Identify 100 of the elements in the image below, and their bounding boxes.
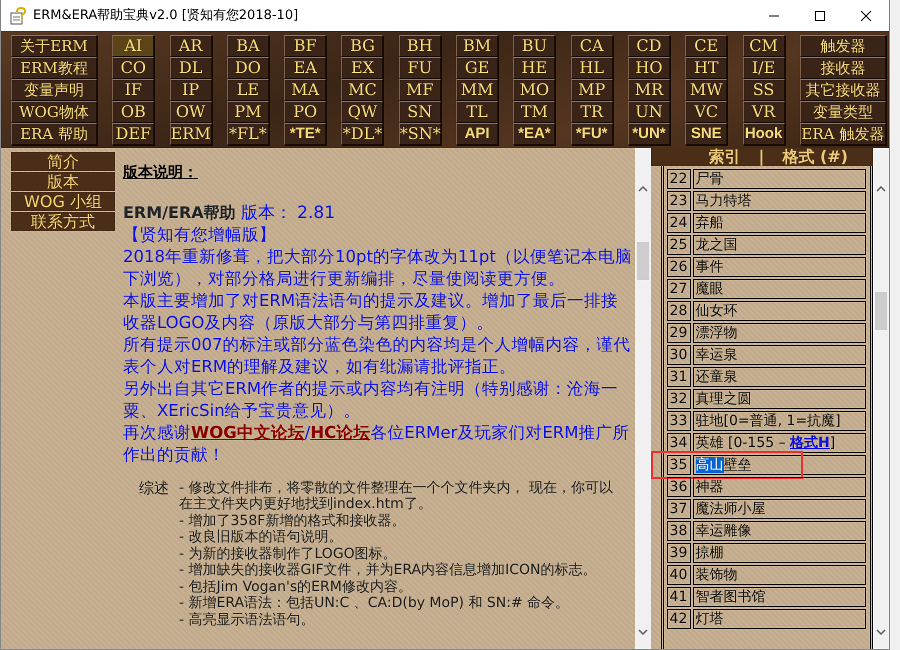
toolbar-button[interactable]: BU [513,35,556,57]
toolbar-button[interactable]: *FL* [226,123,269,145]
index-entry[interactable]: 魔眼 [692,279,866,299]
index-entry[interactable]: 掠棚 [692,543,866,563]
toolbar-button[interactable]: MW [685,79,728,101]
forum-link[interactable]: WOG中文论坛 [191,422,305,442]
toolbar-button[interactable]: SS [742,79,785,101]
toolbar-button[interactable]: MF [398,79,441,101]
toolbar-button[interactable]: IF [112,79,154,101]
index-entry[interactable]: 仙女环 [692,301,866,321]
toolbar-button[interactable]: PM [226,101,269,123]
toolbar-button[interactable]: MR [628,79,670,101]
toolbar-button[interactable]: TR [570,101,613,123]
toolbar-button[interactable]: HO [628,57,670,79]
toolbar-button[interactable]: PO [284,101,326,123]
toolbar-button[interactable]: DEF [112,123,154,145]
index-entry[interactable]: 幸运泉 [692,345,866,365]
toolbar-button[interactable]: EA [284,57,326,79]
index-entry[interactable]: 龙之国 [692,235,866,255]
toolbar-button[interactable]: TL [456,101,498,123]
toolbar-button[interactable]: UN [628,101,670,123]
toolbar-button[interactable]: ERM [170,123,212,145]
scroll-down-icon[interactable] [638,629,648,635]
toolbar-button[interactable]: *UN* [628,123,670,145]
toolbar-button[interactable]: CE [685,35,728,57]
toolbar-button[interactable]: ERA 触发器 [800,123,886,145]
toolbar-button[interactable]: SN [398,101,441,123]
toolbar-button[interactable]: CA [570,35,613,57]
toolbar-button[interactable]: OB [112,101,154,123]
toolbar-button[interactable]: *EA* [513,123,556,145]
toolbar-button[interactable]: WOG物体 [11,101,97,123]
scroll-down-icon[interactable] [876,629,886,635]
toolbar-button[interactable]: CO [112,57,154,79]
scrollbar[interactable] [873,148,890,649]
index-entry[interactable]: 幸运雕像 [692,521,866,541]
index-entry[interactable]: 智者图书馆 [692,587,866,607]
scroll-up-icon[interactable] [876,186,886,192]
scroll-up-icon[interactable] [638,186,648,192]
index-entry[interactable]: 神器 [692,477,866,497]
toolbar-button[interactable]: CM [742,35,785,57]
toolbar-button[interactable]: ERA 帮助 [11,123,97,145]
toolbar-button[interactable]: API [456,123,498,145]
toolbar-button[interactable]: ERM教程 [11,57,97,79]
toolbar-button[interactable]: MM [456,79,498,101]
index-entry[interactable]: 魔法师小屋 [692,499,866,519]
toolbar-button[interactable]: AI [112,35,154,57]
toolbar-button[interactable]: BM [456,35,498,57]
toolbar-button[interactable]: MO [513,79,556,101]
toolbar-button[interactable]: I/E [742,57,785,79]
toolbar-button[interactable]: OW [170,101,212,123]
toolbar-button[interactable]: *FU* [570,123,613,145]
forum-link[interactable]: HC论坛 [310,422,370,442]
index-entry[interactable]: 真理之圆 [692,389,866,409]
index-entry[interactable]: 灯塔 [692,609,866,629]
toolbar-button[interactable]: IP [170,79,212,101]
index-entry[interactable]: 驻地[0=普通, 1=抗魔] [692,411,866,431]
nav-button[interactable]: 简介 [11,152,115,171]
toolbar-button[interactable]: *DL* [341,123,384,145]
index-entry[interactable]: 装饰物 [692,565,866,585]
toolbar-button[interactable]: Hook [742,123,785,145]
nav-button[interactable]: WOG 小组 [11,192,115,211]
toolbar-button[interactable]: DO [226,57,269,79]
toolbar-button[interactable]: LE [226,79,269,101]
scrollbar[interactable] [634,148,651,649]
toolbar-button[interactable]: *SN* [398,123,441,145]
toolbar-button[interactable]: GE [456,57,498,79]
index-entry[interactable]: 事件 [692,257,866,277]
format-link[interactable]: 格式H [790,435,830,451]
toolbar-button[interactable]: BH [398,35,441,57]
toolbar-button[interactable]: 关于ERM [11,35,97,57]
toolbar-button[interactable]: DL [170,57,212,79]
toolbar-button[interactable]: BF [284,35,326,57]
toolbar-button[interactable]: 接收器 [800,57,886,79]
toolbar-button[interactable]: QW [341,101,384,123]
toolbar-button[interactable]: HT [685,57,728,79]
toolbar-button[interactable]: 变量类型 [800,101,886,123]
toolbar-button[interactable]: AR [170,35,212,57]
scrollbar-thumb[interactable] [875,292,888,330]
toolbar-button[interactable]: VR [742,101,785,123]
scrollbar-thumb[interactable] [636,242,649,280]
toolbar-button[interactable]: HE [513,57,556,79]
toolbar-button[interactable]: FU [398,57,441,79]
toolbar-button[interactable]: BG [341,35,384,57]
index-entry[interactable]: 还童泉 [692,367,866,387]
toolbar-button[interactable]: SNE [685,123,728,145]
maximize-icon[interactable] [814,10,826,22]
toolbar-button[interactable]: VC [685,101,728,123]
index-entry[interactable]: 马力特塔 [692,191,866,211]
toolbar-button[interactable]: MA [284,79,326,101]
toolbar-button[interactable]: MC [341,79,384,101]
toolbar-button[interactable]: *TE* [284,123,326,145]
toolbar-button[interactable]: MP [570,79,613,101]
index-entry[interactable]: 尸骨 [692,169,866,189]
index-entry[interactable]: 漂浮物 [692,323,866,343]
toolbar-button[interactable]: EX [341,57,384,79]
index-entry[interactable]: 英雄 [0-155 – 格式H] [692,433,866,453]
toolbar-button[interactable]: BA [226,35,269,57]
toolbar-button[interactable]: 变量声明 [11,79,97,101]
toolbar-button[interactable]: CD [628,35,670,57]
nav-button[interactable]: 联系方式 [11,212,115,231]
